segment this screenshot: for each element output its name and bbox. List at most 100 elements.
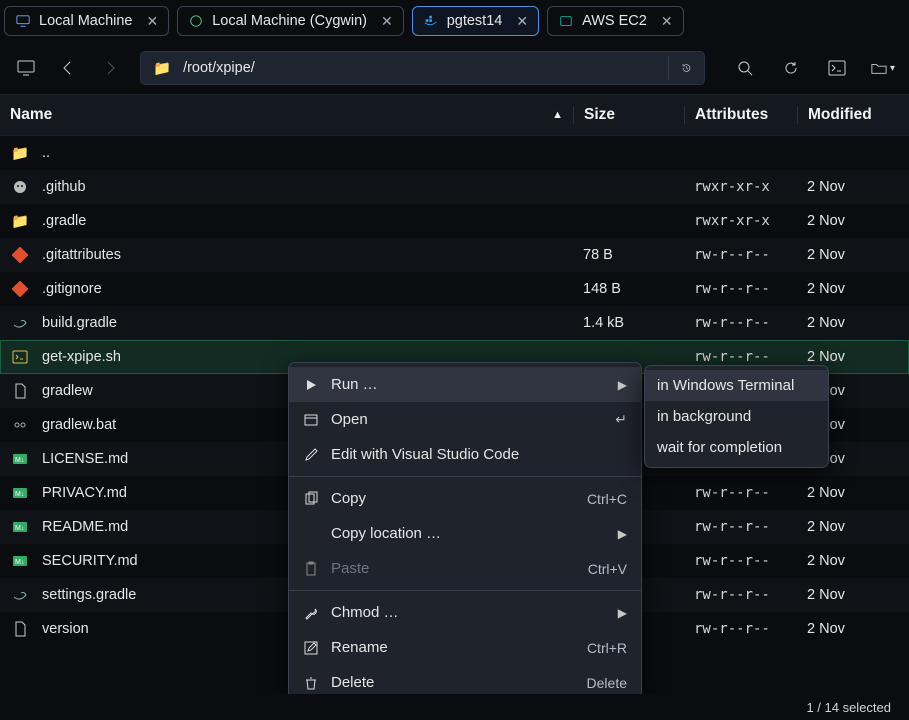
menu-item-label: Paste bbox=[331, 560, 576, 577]
folder-icon: 📁 bbox=[153, 60, 171, 77]
column-modified[interactable]: Modified bbox=[797, 106, 909, 124]
close-icon[interactable]: ✕ bbox=[661, 13, 673, 30]
github-icon bbox=[10, 177, 30, 197]
column-size[interactable]: Size bbox=[573, 106, 684, 124]
tab-local-cygwin[interactable]: Local Machine (Cygwin) ✕ bbox=[177, 6, 403, 36]
file-name: .github bbox=[42, 179, 573, 195]
menu-item-shortcut: Ctrl+V bbox=[588, 561, 627, 577]
status-bar: 1 / 14 selected bbox=[0, 694, 909, 720]
toolbar: 📁 /root/xpipe/ ▾ bbox=[0, 42, 909, 94]
menu-item-label: Copy location … bbox=[331, 525, 606, 542]
back-button[interactable] bbox=[56, 56, 80, 80]
menu-item[interactable]: Open ↵ bbox=[289, 402, 641, 437]
desktop-icon bbox=[15, 13, 31, 29]
table-row[interactable]: 📁.gradlerwxr-xr-x2 Nov bbox=[0, 204, 909, 238]
file-modified: 2 Nov bbox=[797, 213, 909, 229]
file-attributes: rw-r--r-- bbox=[684, 281, 797, 297]
menu-separator bbox=[289, 590, 641, 591]
table-row[interactable]: build.gradle1.4 kBrw-r--r--2 Nov bbox=[0, 306, 909, 340]
submenu-item[interactable]: in Windows Terminal bbox=[645, 370, 828, 401]
file-attributes: rw-r--r-- bbox=[684, 315, 797, 331]
tab-bar: Local Machine ✕ Local Machine (Cygwin) ✕… bbox=[0, 0, 909, 42]
table-row[interactable]: .gitattributes78 Brw-r--r--2 Nov bbox=[0, 238, 909, 272]
tab-label: pgtest14 bbox=[447, 13, 503, 29]
menu-item[interactable]: RenameCtrl+R bbox=[289, 630, 641, 665]
tab-pgtest14[interactable]: pgtest14 ✕ bbox=[412, 6, 539, 36]
submenu-item-label: in background bbox=[657, 408, 816, 425]
markdown-icon: M↓ bbox=[10, 517, 30, 537]
paste-icon bbox=[303, 561, 319, 577]
batch-icon bbox=[10, 415, 30, 435]
file-size: 148 B bbox=[573, 281, 684, 297]
menu-item[interactable]: Chmod …▶ bbox=[289, 595, 641, 630]
file-modified: 2 Nov bbox=[797, 621, 909, 637]
monitor-icon[interactable] bbox=[14, 56, 38, 80]
file-modified: 2 Nov bbox=[797, 485, 909, 501]
tab-aws-ec2[interactable]: AWS EC2 ✕ bbox=[547, 6, 683, 36]
menu-item[interactable]: Edit with Visual Studio Code bbox=[289, 437, 641, 472]
chevron-right-icon: ▶ bbox=[618, 527, 627, 541]
terminal-icon[interactable] bbox=[825, 56, 849, 80]
file-attributes: rwxr-xr-x bbox=[684, 179, 797, 195]
file-modified: 2 Nov bbox=[797, 587, 909, 603]
menu-item-label: Run … bbox=[331, 376, 606, 393]
file-icon bbox=[10, 619, 30, 639]
history-icon[interactable] bbox=[668, 56, 692, 80]
svg-text:M↓: M↓ bbox=[15, 457, 24, 464]
file-modified: 2 Nov bbox=[797, 315, 909, 331]
forward-button[interactable] bbox=[98, 56, 122, 80]
selection-count: 1 / 14 selected bbox=[806, 700, 891, 715]
file-attributes: rw-r--r-- bbox=[684, 485, 797, 501]
file-modified: 2 Nov bbox=[797, 349, 909, 365]
file-attributes: rw-r--r-- bbox=[684, 621, 797, 637]
menu-item-label: Copy bbox=[331, 490, 575, 507]
refresh-icon[interactable] bbox=[779, 56, 803, 80]
close-icon[interactable]: ✕ bbox=[147, 13, 159, 30]
file-size: 78 B bbox=[573, 247, 684, 263]
shell-icon bbox=[10, 347, 30, 367]
table-row[interactable]: .githubrwxr-xr-x2 Nov bbox=[0, 170, 909, 204]
table-row[interactable]: .gitignore148 Brw-r--r--2 Nov bbox=[0, 272, 909, 306]
new-folder-menu[interactable]: ▾ bbox=[871, 56, 895, 80]
menu-item: Paste Ctrl+V bbox=[289, 551, 641, 586]
file-attributes: rw-r--r-- bbox=[684, 553, 797, 569]
chevron-right-icon: ▶ bbox=[618, 378, 627, 392]
tab-local-machine[interactable]: Local Machine ✕ bbox=[4, 6, 169, 36]
tab-label: AWS EC2 bbox=[582, 13, 647, 29]
menu-item-label: Open bbox=[331, 411, 603, 428]
aws-icon bbox=[558, 13, 574, 29]
file-attributes: rw-r--r-- bbox=[684, 349, 797, 365]
menu-item[interactable]: Run … ▶ bbox=[289, 367, 641, 402]
search-icon[interactable] bbox=[733, 56, 757, 80]
menu-item-label: Rename bbox=[331, 639, 575, 656]
file-attributes: rw-r--r-- bbox=[684, 247, 797, 263]
submenu-item[interactable]: in background bbox=[645, 401, 828, 432]
svg-text:M↓: M↓ bbox=[15, 525, 24, 532]
path-input[interactable]: 📁 /root/xpipe/ bbox=[140, 51, 705, 85]
file-attributes: rw-r--r-- bbox=[684, 587, 797, 603]
close-icon[interactable]: ✕ bbox=[516, 13, 528, 30]
git-icon bbox=[10, 279, 30, 299]
play-icon bbox=[303, 377, 319, 393]
column-name[interactable]: Name ▲ bbox=[10, 106, 573, 124]
markdown-icon: M↓ bbox=[10, 551, 30, 571]
submenu-item[interactable]: wait for completion bbox=[645, 432, 828, 463]
git-icon bbox=[10, 245, 30, 265]
menu-item[interactable]: Copy Ctrl+C bbox=[289, 481, 641, 516]
file-attributes: rwxr-xr-x bbox=[684, 213, 797, 229]
svg-text:M↓: M↓ bbox=[15, 559, 24, 566]
tab-label: Local Machine bbox=[39, 13, 133, 29]
menu-item[interactable]: Copy location … ▶ bbox=[289, 516, 641, 551]
menu-item-shortcut: ↵ bbox=[615, 411, 627, 428]
menu-item-shortcut: Delete bbox=[587, 675, 627, 691]
file-name: .. bbox=[42, 145, 573, 161]
column-attributes[interactable]: Attributes bbox=[684, 106, 797, 124]
menu-item-shortcut: Ctrl+C bbox=[587, 491, 627, 507]
context-submenu-run: in Windows Terminal in background wait for… bbox=[644, 365, 829, 468]
table-row[interactable]: 📁.. bbox=[0, 136, 909, 170]
copy-icon bbox=[303, 491, 319, 507]
file-size: 1.4 kB bbox=[573, 315, 684, 331]
close-icon[interactable]: ✕ bbox=[381, 13, 393, 30]
pencil-icon bbox=[303, 447, 319, 463]
folder-up-icon: 📁 bbox=[10, 143, 30, 163]
